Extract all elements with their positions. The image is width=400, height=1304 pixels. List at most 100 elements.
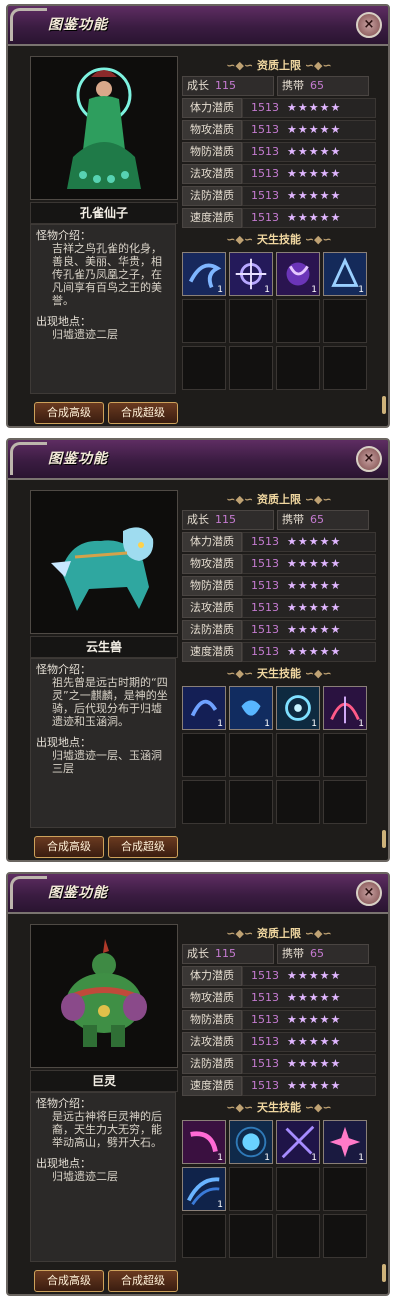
compose-super-button[interactable]: 合成超级 — [108, 836, 178, 858]
scroll-handle[interactable] — [382, 1264, 386, 1282]
close-icon[interactable]: × — [356, 12, 382, 38]
intro-text: 吉祥之鸟孔雀的化身，善良、美丽、华贵，相传孔雀乃凤凰之子，在凡间享有百鸟之王的美… — [52, 242, 162, 307]
skill-slot[interactable]: 1 — [229, 686, 273, 730]
empty-skill-slot — [182, 299, 226, 343]
compose-high-button[interactable]: 合成高级 — [34, 836, 104, 858]
stat-value-box: 1513 ★★★★★ — [242, 120, 376, 140]
stat-row: 速度潜质 1513 ★★★★★ — [182, 208, 376, 228]
skill-slot[interactable]: 1 — [229, 1120, 273, 1164]
star-rating: ★★★★★ — [287, 1035, 342, 1048]
empty-skill-slot — [229, 299, 273, 343]
stat-value: 1513 — [251, 623, 279, 636]
stat-value-box: 1513 ★★★★★ — [242, 98, 376, 118]
stat-value-box: 1513 ★★★★★ — [242, 598, 376, 618]
carry-label: 携带 — [282, 513, 304, 526]
skills-header: ∽◆∽ 天生技能 ∽◆∽ — [226, 1101, 332, 1114]
stat-label: 法防潜质 — [182, 1054, 242, 1074]
star-rating: ★★★★★ — [287, 601, 342, 614]
stat-value-box: 1513 ★★★★★ — [242, 988, 376, 1008]
empty-skill-slot — [276, 346, 320, 390]
stat-value-box: 1513 ★★★★★ — [242, 1076, 376, 1096]
scroll-handle[interactable] — [382, 396, 386, 414]
stat-label: 物防潜质 — [182, 576, 242, 596]
skill-slot[interactable]: 1 — [182, 252, 226, 296]
skill-level: 1 — [217, 1153, 223, 1163]
compose-super-button[interactable]: 合成超级 — [108, 1270, 178, 1292]
star-rating: ★★★★★ — [287, 535, 342, 548]
skill-slot[interactable]: 1 — [276, 686, 320, 730]
stat-value-box: 1513 ★★★★★ — [242, 554, 376, 574]
stat-value-box: 1513 ★★★★★ — [242, 186, 376, 206]
growth-cell: 成长 115 — [182, 510, 274, 530]
stat-value: 1513 — [251, 145, 279, 158]
stat-row: 物防潜质 1513 ★★★★★ — [182, 576, 376, 596]
star-rating: ★★★★★ — [287, 101, 342, 114]
close-icon[interactable]: × — [356, 446, 382, 472]
title-bar: 图鉴功能 × — [8, 6, 388, 46]
skill-slot[interactable]: 1 — [182, 1167, 226, 1211]
stat-value: 1513 — [251, 991, 279, 1004]
stat-value: 1513 — [251, 645, 279, 658]
stat-value-box: 1513 ★★★★★ — [242, 576, 376, 596]
star-rating: ★★★★★ — [287, 167, 342, 180]
stat-value: 1513 — [251, 1013, 279, 1026]
growth-value: 115 — [215, 947, 236, 960]
compose-high-button[interactable]: 合成高级 — [34, 1270, 104, 1292]
stat-value-box: 1513 ★★★★★ — [242, 142, 376, 162]
skill-slot[interactable]: 1 — [182, 1120, 226, 1164]
growth-value: 115 — [215, 79, 236, 92]
stat-row: 体力潜质 1513 ★★★★★ — [182, 98, 376, 118]
stat-value: 1513 — [251, 1079, 279, 1092]
stat-value-box: 1513 ★★★★★ — [242, 642, 376, 662]
intro-label: 怪物介绍： — [36, 1097, 91, 1110]
skills-header-text: 天生技能 — [257, 667, 301, 680]
skill-slot[interactable]: 1 — [276, 252, 320, 296]
growth-carry-row: 成长 115 携带 65 — [182, 944, 376, 964]
skills-header: ∽◆∽ 天生技能 ∽◆∽ — [226, 233, 332, 246]
stat-value-box: 1513 ★★★★★ — [242, 1054, 376, 1074]
skill-slot[interactable]: 1 — [229, 252, 273, 296]
bestiary-panel: 图鉴功能 × 孔雀仙子 怪物介绍： 吉祥之鸟孔雀的化身，善良、美丽、华贵，相传孔… — [6, 4, 390, 428]
skill-level: 1 — [358, 719, 364, 729]
stat-value-box: 1513 ★★★★★ — [242, 1032, 376, 1052]
intro-label: 怪物介绍： — [36, 229, 91, 242]
skill-slot[interactable]: 1 — [323, 252, 367, 296]
stat-value: 1513 — [251, 557, 279, 570]
star-rating: ★★★★★ — [287, 623, 342, 636]
stat-label: 法攻潜质 — [182, 598, 242, 618]
skill-slot[interactable]: 1 — [276, 1120, 320, 1164]
location-label: 出现地点： — [36, 736, 91, 749]
star-rating: ★★★★★ — [287, 211, 342, 224]
scroll-handle[interactable] — [382, 830, 386, 848]
compose-high-button[interactable]: 合成高级 — [34, 402, 104, 424]
location-text: 归墟遗迹一层、玉涵洞三层 — [52, 749, 162, 775]
carry-value: 65 — [310, 513, 324, 526]
corner-ornament-icon — [10, 876, 47, 909]
stat-label: 体力潜质 — [182, 532, 242, 552]
skill-grid: 1 1 1 1 — [182, 252, 376, 390]
stat-label: 物防潜质 — [182, 142, 242, 162]
bestiary-panel: 图鉴功能 × 云生兽 怪物介绍： 祖先曾是远古时期的“四灵”之一麒麟，是神的坐骑… — [6, 438, 390, 862]
stat-row: 法攻潜质 1513 ★★★★★ — [182, 1032, 376, 1052]
attribute-panel: ∽◆∽ 资质上限 ∽◆∽ 成长 115 携带 65 体力潜质 1513 ★★★★★ 物… — [182, 490, 376, 824]
empty-skill-slot — [276, 733, 320, 777]
stat-row: 物攻潜质 1513 ★★★★★ — [182, 554, 376, 574]
star-rating: ★★★★★ — [287, 991, 342, 1004]
skills-header-text: 天生技能 — [257, 1101, 301, 1114]
stat-label: 物攻潜质 — [182, 120, 242, 140]
skill-level: 1 — [311, 719, 317, 729]
empty-skill-slot — [229, 780, 273, 824]
skill-slot[interactable]: 1 — [323, 686, 367, 730]
skill-slot[interactable]: 1 — [182, 686, 226, 730]
stat-value-box: 1513 ★★★★★ — [242, 1010, 376, 1030]
stat-row: 法防潜质 1513 ★★★★★ — [182, 186, 376, 206]
stat-value: 1513 — [251, 211, 279, 224]
skill-level: 1 — [358, 285, 364, 295]
skill-level: 1 — [311, 285, 317, 295]
skill-slot[interactable]: 1 — [323, 1120, 367, 1164]
location-text: 归墟遗迹二层 — [52, 1170, 118, 1183]
close-icon[interactable]: × — [356, 880, 382, 906]
quality-header: ∽◆∽ 资质上限 ∽◆∽ — [226, 493, 332, 506]
carry-value: 65 — [310, 947, 324, 960]
compose-super-button[interactable]: 合成超级 — [108, 402, 178, 424]
